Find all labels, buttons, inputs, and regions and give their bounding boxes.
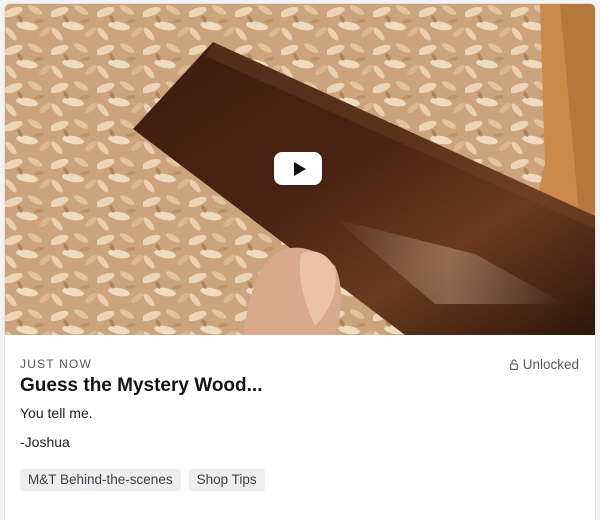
play-icon <box>293 161 306 176</box>
open-lock-icon <box>509 358 518 370</box>
post-signature: -Joshua <box>20 434 70 450</box>
access-status: Unlocked <box>509 356 579 372</box>
post-meta: JUST NOW Unlocked <box>20 356 579 372</box>
post-tags: M&T Behind-the-scenes Shop Tips <box>20 469 265 491</box>
play-button[interactable] <box>274 152 322 185</box>
post-card: JUST NOW Unlocked Guess the Mystery Wood… <box>4 3 596 520</box>
post-body-line: You tell me. <box>20 405 93 421</box>
tag-shop-tips[interactable]: Shop Tips <box>188 469 265 491</box>
video-thumbnail[interactable] <box>5 4 595 335</box>
post-title[interactable]: Guess the Mystery Wood... <box>20 375 262 397</box>
tag-behind-the-scenes[interactable]: M&T Behind-the-scenes <box>20 469 181 491</box>
access-status-label: Unlocked <box>522 356 579 372</box>
post-timestamp: JUST NOW <box>20 357 93 371</box>
